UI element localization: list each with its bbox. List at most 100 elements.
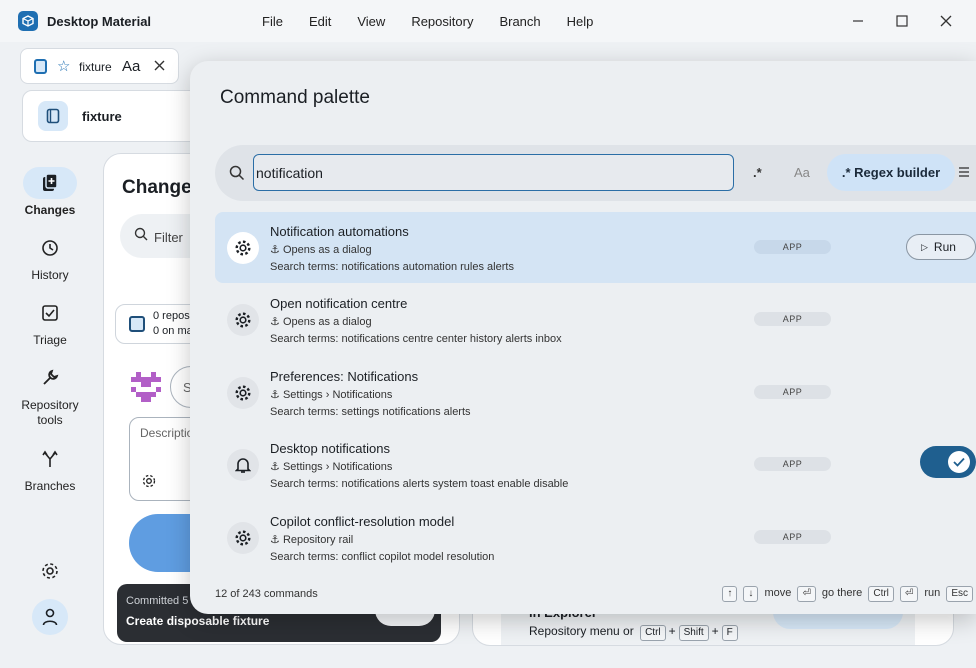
rail-history-label: History [31,268,69,282]
app-title: Desktop Material [47,14,152,29]
key-esc: Esc [946,586,973,602]
gear-icon [227,522,259,554]
changes-icon [23,167,77,199]
explorer-hint-text: Repository menu or [529,624,634,638]
command-subtitle: ⚓ Repository rail [270,533,353,546]
account-avatar[interactable] [32,599,68,635]
shortcut-hints: ↑ ↓ move ⏎ go there Ctrl ⏎ run Esc [719,586,976,602]
repo-status-line-2: 0 on ma [153,325,193,337]
move-hint: move [764,587,792,599]
wrench-icon [23,362,77,394]
rail-repository-tools[interactable]: Repository tools [0,362,100,428]
repo-tab-icon [34,59,47,74]
description-placeholder: Descriptio [140,426,194,440]
menu-bar: File Edit View Repository Branch Help [262,14,619,29]
repository-book-icon [38,101,68,131]
menu-file[interactable]: File [262,14,283,29]
branch-icon [23,443,77,475]
rail-changes[interactable]: Changes [0,167,100,217]
menu-view[interactable]: View [357,14,385,29]
palette-search-input[interactable] [253,154,734,191]
repository-tab[interactable]: ☆ fixture Aa [20,48,179,84]
command-result[interactable]: Desktop notifications ⚓ Settings › Notif… [215,429,976,500]
triage-icon [23,297,77,329]
app-logo-icon [18,11,38,31]
menu-branch[interactable]: Branch [499,14,540,29]
rail-changes-label: Changes [24,203,76,217]
close-tab-icon[interactable] [154,59,165,74]
menu-repository[interactable]: Repository [411,14,473,29]
anchor-icon: ⚓ [270,316,280,328]
run-label: Run [933,240,956,254]
command-subtitle-text: Settings › Notifications [282,389,393,401]
check-icon [948,451,970,473]
explorer-hint: Repository menu or Ctrl + Shift + F [529,624,741,641]
minimize-button[interactable] [849,12,867,30]
tab-label: fixture [79,60,112,74]
description-gear-icon[interactable] [142,474,156,491]
list-options-icon[interactable] [959,165,969,182]
rail-branches-label: Branches [24,479,76,493]
command-title: Preferences: Notifications [270,369,419,384]
rail-history[interactable]: History [0,232,100,282]
command-search-terms: Search terms: notifications alerts syste… [270,478,569,490]
rail-branches[interactable]: Branches [0,443,100,493]
case-sensitive-toggle[interactable]: Aa [794,165,810,180]
key-enter-run: ⏎ [899,586,919,602]
maximize-button[interactable] [893,12,911,30]
command-result[interactable]: Notification automations ⚓ Opens as a di… [215,212,976,283]
play-icon: ▷ [921,241,928,252]
repo-status-icon [129,316,145,332]
command-title: Desktop notifications [270,441,390,456]
close-window-button[interactable] [937,12,955,30]
command-subtitle: ⚓ Opens as a dialog [270,243,372,256]
key-ctrl: Ctrl [868,586,894,602]
scope-badge: APP [754,385,831,399]
regex-toggle[interactable]: .* [753,165,762,180]
key-f: F [721,625,738,641]
anchor-icon: ⚓ [270,244,280,256]
rail-triage[interactable]: Triage [0,297,100,347]
go-there-hint: go there [821,587,863,599]
star-icon[interactable]: ☆ [57,57,70,75]
scope-badge: APP [754,312,831,326]
command-result[interactable]: Preferences: Notifications ⚓ Settings › … [215,357,976,428]
gear-icon [227,377,259,409]
toast-line-2: Create disposable fixture [126,614,270,628]
filter-placeholder: Filter [154,230,183,245]
command-palette-title: Command palette [220,87,370,108]
settings-gear-icon[interactable] [40,561,60,581]
command-title: Copilot conflict-resolution model [270,514,455,529]
command-search-terms: Search terms: settings notifications ale… [270,406,471,418]
rail-repository-tools-label: Repository tools [21,398,79,427]
history-icon [23,232,77,264]
command-subtitle-text: Settings › Notifications [282,461,393,473]
key-shift: Shift [678,625,709,641]
title-bar: Desktop Material File Edit View Reposito… [0,0,976,42]
repository-name: fixture [82,109,122,124]
run-hint: run [924,587,941,599]
run-command-button[interactable]: ▷ Run [906,234,976,260]
search-icon [134,227,148,244]
menu-edit[interactable]: Edit [309,14,331,29]
command-search-terms: Search terms: notifications automation r… [270,261,514,273]
regex-builder-button[interactable]: .* Regex builder [827,154,955,191]
key-down: ↓ [743,586,759,602]
command-search-terms: Search terms: conflict copilot model res… [270,551,495,563]
anchor-icon: ⚓ [270,461,280,473]
commit-avatar [131,372,161,402]
command-subtitle-text: Opens as a dialog [282,316,372,328]
scope-badge: APP [754,240,831,254]
menu-help[interactable]: Help [567,14,594,29]
command-title: Notification automations [270,224,409,239]
gear-icon [227,304,259,336]
repo-status-line-1: 0 reposi [153,310,193,322]
command-result[interactable]: Open notification centre ⚓ Opens as a di… [215,284,976,355]
palette-footer: 12 of 243 commands ↑ ↓ move ⏎ go there Ct… [215,586,976,604]
search-icon [229,165,245,184]
command-result[interactable]: Copilot conflict-resolution model ⚓ Repo… [215,502,976,573]
command-subtitle: ⚓ Opens as a dialog [270,315,372,328]
rail-triage-label: Triage [33,333,67,347]
desktop-notifications-toggle[interactable] [920,446,976,478]
scope-badge: APP [754,530,831,544]
